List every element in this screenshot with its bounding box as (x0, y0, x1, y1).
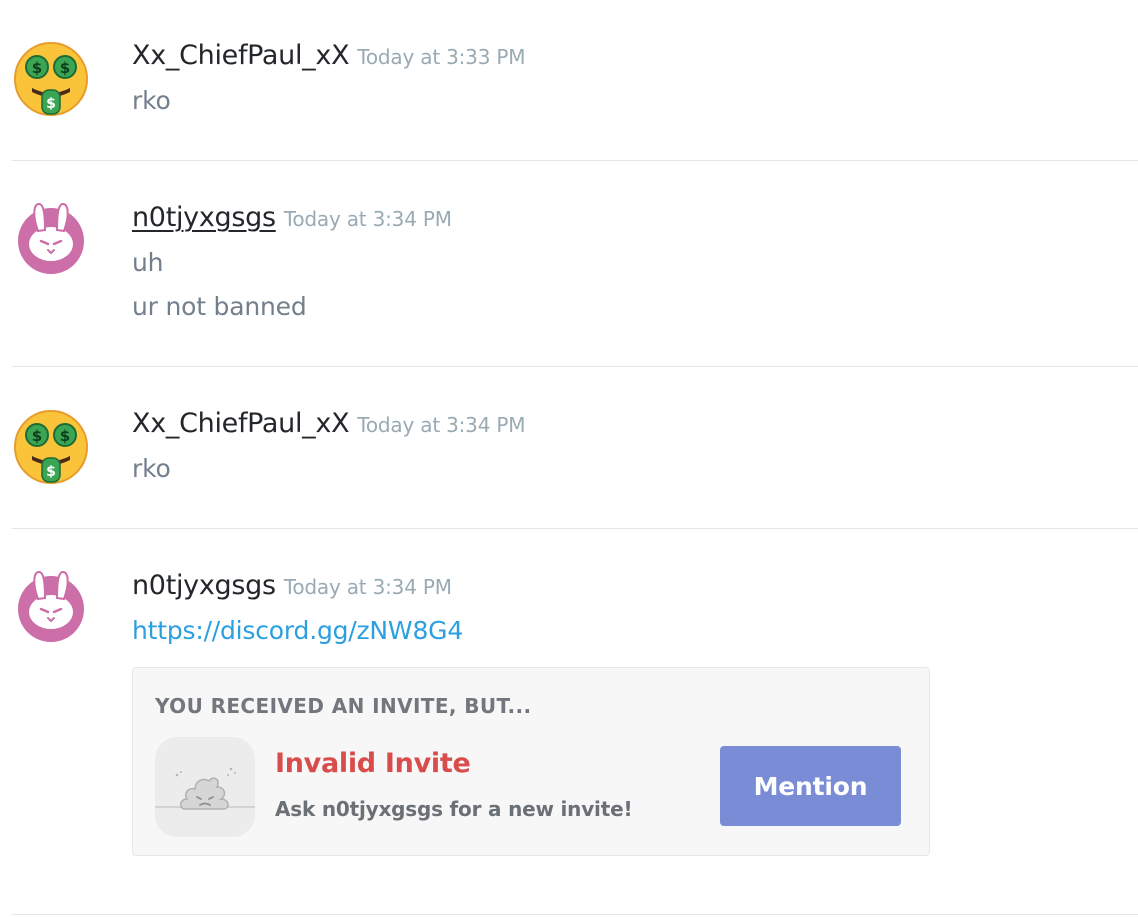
message-text: ur not banned (132, 292, 307, 321)
timestamp: Today at 3:34 PM (283, 207, 452, 231)
message-divider (12, 160, 1138, 161)
username[interactable]: n0tjyxgsgs (132, 202, 276, 233)
message-divider (12, 528, 1138, 529)
message-text: uh (132, 248, 164, 277)
invite-card: YOU RECEIVED AN INVITE, BUT... Invalid I… (132, 667, 930, 856)
svg-text:$: $ (60, 59, 70, 77)
message-divider (12, 366, 1138, 367)
svg-text:$: $ (60, 427, 70, 445)
bunny-icon[interactable] (12, 200, 90, 278)
poop-icon (155, 737, 255, 837)
money-mouth-face-icon[interactable]: $ $ $ (12, 408, 90, 486)
invite-link[interactable]: https://discord.gg/zNW8G4 (132, 616, 463, 645)
invite-subtitle: Ask n0tjyxgsgs for a new invite! (275, 797, 633, 821)
timestamp: Today at 3:34 PM (283, 575, 452, 599)
invite-title: Invalid Invite (275, 748, 471, 779)
money-mouth-face-icon[interactable]: $ $ $ (12, 40, 90, 118)
message-text: rko (132, 454, 171, 483)
timestamp: Today at 3:33 PM (357, 45, 526, 69)
message-text: rko (132, 86, 171, 115)
timestamp: Today at 3:34 PM (357, 413, 526, 437)
svg-text:$: $ (46, 96, 56, 112)
svg-text:$: $ (32, 59, 42, 77)
message-divider (12, 914, 1138, 915)
svg-text:$: $ (46, 464, 56, 480)
invite-header: YOU RECEIVED AN INVITE, BUT... (155, 694, 532, 718)
username[interactable]: n0tjyxgsgs (132, 570, 276, 601)
username[interactable]: Xx_ChiefPaul_xX (132, 408, 350, 439)
bunny-icon[interactable] (12, 568, 90, 646)
svg-text:$: $ (32, 427, 42, 445)
mention-button[interactable]: Mention (720, 746, 901, 826)
username[interactable]: Xx_ChiefPaul_xX (132, 40, 350, 71)
